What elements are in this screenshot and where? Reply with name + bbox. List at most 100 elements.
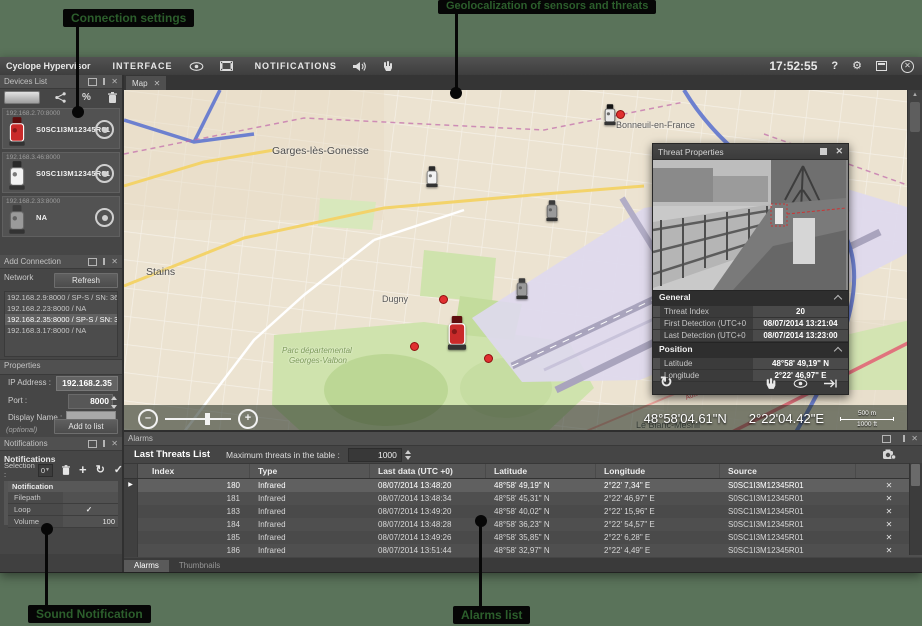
map-sensor-marker[interactable] [514,278,530,300]
ip-address-value[interactable]: 192.168.2.35 [56,376,118,391]
scale-meters: 500 m [840,410,894,417]
eye-icon[interactable] [189,62,204,71]
tab-map[interactable]: Map ✕ [126,76,166,91]
zoom-slider-handle[interactable] [205,413,210,425]
goto-arrow-icon[interactable] [824,379,838,388]
alarm-cell: Infrared [250,544,370,557]
column-header-latitude[interactable]: Latitude [486,464,596,478]
panel-pin-icon[interactable] [103,258,105,265]
zoom-in-button[interactable]: + [238,409,258,429]
gesture-icon[interactable] [764,377,777,390]
add-to-list-button[interactable]: Add to list [54,419,118,434]
map-threat-dot[interactable] [439,295,448,304]
speaker-icon[interactable] [353,61,366,72]
close-window-icon[interactable]: ✕ [901,60,914,73]
refresh-icon[interactable]: ↻ [96,465,105,475]
alarm-row[interactable]: 186Infrared08/07/2014 13:51:4448°58' 32,… [124,544,922,557]
scroll-up-icon[interactable]: ▲ [908,90,922,100]
map-scrollbar[interactable]: ▲ [907,90,922,432]
selection-dropdown[interactable]: 0 ▼ [38,464,53,477]
scroll-thumb[interactable] [910,102,920,132]
port-spinner[interactable] [110,394,118,411]
device-name: NA [36,213,47,222]
help-button[interactable]: ? [831,60,838,72]
refresh-button[interactable]: Refresh [54,273,118,288]
property-value[interactable] [63,492,118,503]
alarm-row[interactable]: 181Infrared08/07/2014 13:48:3448°58' 45,… [124,492,922,505]
zoom-out-button[interactable]: – [138,409,158,429]
panel-close-icon[interactable]: ✕ [111,258,118,266]
map-sensor-marker[interactable] [444,316,470,351]
alarm-row[interactable]: 184Infrared08/07/2014 13:48:2848°58' 36,… [124,518,922,531]
device-target-button[interactable] [95,120,114,139]
percent-icon[interactable]: % [82,92,91,103]
map-sensor-marker[interactable] [424,166,440,188]
device-list-item[interactable]: 192.168.2.33:8000 NA [2,196,120,237]
network-list-item[interactable]: 192.168.2.9:8000 / SP-S / SN: 3640 [5,292,117,303]
alarm-row[interactable]: 185Infrared08/07/2014 13:49:2648°58' 35,… [124,531,922,544]
close-icon[interactable]: ✕ [835,146,843,157]
scroll-thumb[interactable] [911,464,920,486]
refresh-icon[interactable]: ↻ [660,375,673,391]
column-header-longitude[interactable]: Longitude [596,464,720,478]
position-section-header[interactable]: Position [653,342,848,358]
panel-close-icon[interactable]: ✕ [911,435,918,443]
max-threats-input[interactable]: 1000 [348,448,402,462]
panel-pin-icon[interactable] [103,440,105,447]
zoom-slider[interactable] [165,418,231,420]
panel-close-icon[interactable]: ✕ [111,440,118,448]
trash-icon[interactable] [108,92,117,103]
panel-pin-icon[interactable] [903,435,905,442]
property-value[interactable]: ✓ [63,504,118,515]
restore-window-icon[interactable] [876,61,887,71]
tab-close-icon[interactable]: ✕ [154,79,161,88]
menu-notifications[interactable]: NOTIFICATIONS [255,61,337,71]
device-list-item[interactable]: 192.168.2.70:8000 S0SC1I3M12345R01 [2,108,120,149]
tab-thumbnails[interactable]: Thumbnails [169,560,230,572]
column-header-last-data-utc-0-[interactable]: Last data (UTC +0) [370,464,486,478]
network-list-item[interactable]: 192.168.3.17:8000 / NA [5,325,117,336]
alarm-row[interactable]: ▶180Infrared08/07/2014 13:48:2048°58' 49… [124,479,922,492]
max-threats-spinner[interactable] [405,450,411,460]
minimize-icon[interactable] [820,148,827,155]
device-list-item[interactable]: 192.168.3.46:8000 S0SC1I3M12345R01 [2,152,120,193]
device-locate-button[interactable] [4,91,40,104]
hand-icon[interactable] [382,60,393,72]
menu-interface[interactable]: INTERFACE [113,61,173,71]
map-sensor-marker[interactable] [544,200,560,222]
column-header-type[interactable]: Type [250,464,370,478]
eye-icon[interactable] [793,379,808,388]
device-target-button[interactable] [95,164,114,183]
map-view[interactable]: Garges-lès-GonesseBonneuil-en-FranceStai… [124,90,908,432]
film-icon[interactable] [220,61,233,71]
panel-pin-icon[interactable] [103,78,105,85]
network-list-item[interactable]: 192.168.2.23:8000 / NA [5,303,117,314]
column-header-source[interactable]: Source [720,464,856,478]
network-list-item[interactable]: 192.168.2.35:8000 / SP-S / SN: 31001 [5,314,117,325]
device-target-button[interactable] [95,208,114,227]
alarms-scrollbar[interactable] [909,463,922,555]
panel-close-icon[interactable]: ✕ [111,78,118,86]
add-icon[interactable]: + [79,465,87,475]
tab-alarms[interactable]: Alarms [124,560,169,572]
alarm-settings-icon[interactable] [883,449,896,460]
alarms-title: Alarms [128,434,153,443]
panel-restore-icon[interactable] [882,435,891,443]
panel-restore-icon[interactable] [88,258,97,266]
alarm-row[interactable]: 183Infrared08/07/2014 13:49:2048°58' 40,… [124,505,922,518]
map-threat-dot[interactable] [484,354,493,363]
settings-gear-icon[interactable]: ⚙ [852,61,862,71]
zoom-control: – + [138,409,258,429]
confirm-icon[interactable]: ✓ [114,465,122,475]
notification-property-row: Volume100 [8,516,118,528]
column-header-index[interactable]: Index [138,464,250,478]
property-value[interactable]: 100 [63,516,118,527]
share-icon[interactable] [55,92,66,103]
panel-restore-icon[interactable] [88,78,97,86]
trash-icon[interactable] [62,465,70,475]
map-threat-dot[interactable] [410,342,419,351]
port-input[interactable]: 8000 [68,394,113,409]
map-threat-dot[interactable] [616,110,625,119]
panel-restore-icon[interactable] [88,440,97,448]
general-section-header[interactable]: General [653,290,848,306]
